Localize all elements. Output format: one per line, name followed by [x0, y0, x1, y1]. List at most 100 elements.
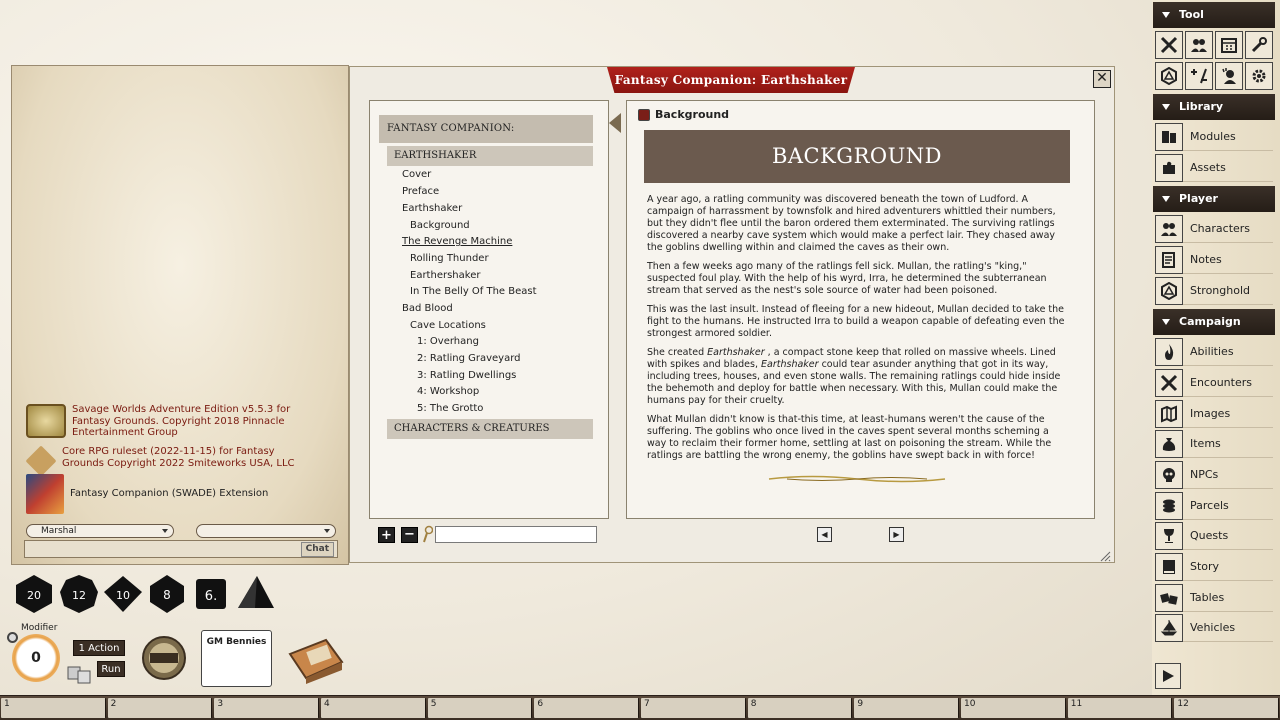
hotkey-slot[interactable]: 8	[747, 698, 853, 718]
modifier-settings-icon[interactable]	[7, 632, 18, 643]
sidebar-item-characters[interactable]: Characters	[1155, 214, 1273, 243]
sidebar-item-abilities[interactable]: Abilities	[1155, 337, 1273, 366]
action-count-button[interactable]: 1 Action	[73, 640, 125, 656]
toc-item[interactable]: Cover	[402, 169, 431, 180]
toc-item[interactable]: Rolling Thunder	[410, 253, 489, 264]
toc-item[interactable]: In The Belly Of The Beast	[410, 286, 537, 297]
dice-pair-icon	[1155, 583, 1183, 612]
gm-bennies-box[interactable]: GM Bennies	[201, 630, 272, 687]
sidebar-item-encounters[interactable]: Encounters	[1155, 368, 1273, 397]
toc-item[interactable]: The Revenge Machine	[402, 236, 512, 247]
toc-item[interactable]: Cave Locations	[410, 320, 486, 331]
sidebar-head-campaign[interactable]: Campaign	[1153, 309, 1275, 335]
sidebar-item-label: Story	[1190, 560, 1220, 573]
dice-icon[interactable]	[1155, 62, 1183, 90]
section-banner: BACKGROUND	[644, 130, 1070, 183]
sidebar-item-tables[interactable]: Tables	[1155, 583, 1273, 612]
card-deck-icon[interactable]	[286, 632, 346, 686]
book-icon	[1155, 552, 1183, 581]
d12-die[interactable]: 12	[59, 574, 99, 614]
party-sheet-icon[interactable]	[1185, 31, 1213, 59]
toc-item[interactable]: 4: Workshop	[417, 386, 479, 397]
hotkey-slot[interactable]: 12	[1174, 698, 1280, 718]
run-button[interactable]: Run	[97, 661, 125, 677]
sidebar-item-assets[interactable]: Assets	[1155, 153, 1273, 182]
toc-item[interactable]: 1: Overhang	[417, 336, 479, 347]
collapse-toc-arrow-icon[interactable]	[609, 113, 621, 133]
modifier-box[interactable]: 0	[12, 634, 60, 682]
d8-die[interactable]: 8	[147, 574, 187, 614]
toc-item[interactable]: 3: Ratling Dwellings	[417, 370, 516, 381]
hotkey-slot[interactable]: 3	[214, 698, 320, 718]
sidebar-item-label: Characters	[1190, 222, 1251, 235]
toc-item[interactable]: Earthershaker	[410, 270, 480, 281]
next-page-button[interactable]: ▶	[889, 527, 904, 542]
modifier-label: Modifier	[21, 623, 58, 633]
play-button[interactable]	[1155, 663, 1181, 689]
sidebar-head-player[interactable]: Player	[1153, 186, 1275, 212]
sidebar-item-quests[interactable]: Quests	[1155, 521, 1273, 550]
modifiers-icon[interactable]	[1185, 62, 1213, 90]
bennies-token-icon[interactable]	[141, 635, 187, 681]
expand-all-button[interactable]: +	[378, 527, 395, 543]
hotkey-slot[interactable]: 11	[1067, 698, 1173, 718]
combat-tracker-icon[interactable]	[1155, 31, 1183, 59]
toc-heading[interactable]: FANTASY COMPANION: EARTHSHAKER	[379, 115, 593, 162]
toc-item[interactable]: Earthshaker	[402, 203, 462, 214]
hotkey-slot[interactable]: 7	[641, 698, 746, 718]
identity-select[interactable]: Marshal	[26, 524, 174, 538]
sidebar-item-images[interactable]: Images	[1155, 399, 1273, 428]
hotkey-slot[interactable]: 2	[107, 698, 213, 718]
play-icon	[1163, 670, 1174, 682]
previous-page-button[interactable]: ◀	[817, 527, 832, 542]
search-icon	[423, 525, 433, 543]
hotkey-slot[interactable]: 1	[1, 698, 106, 718]
sidebar-head-library[interactable]: Library	[1153, 94, 1275, 120]
toc-item[interactable]: Preface	[402, 186, 439, 197]
wild-die-icon[interactable]	[66, 663, 92, 685]
sidebar-item-npcs[interactable]: NPCs	[1155, 460, 1273, 489]
chat-panel[interactable]: Savage Worlds Adventure Edition v5.5.3 f…	[11, 65, 349, 565]
modules-icon	[1155, 122, 1183, 151]
sidebar-head-tool[interactable]: Tool	[1153, 2, 1275, 28]
sidebar-item-modules[interactable]: Modules	[1155, 122, 1273, 151]
toc-item[interactable]: Bad Blood	[402, 303, 453, 314]
collapse-all-button[interactable]: −	[401, 527, 418, 543]
d10-die[interactable]: 10	[103, 574, 143, 614]
gear-icon[interactable]	[1245, 62, 1273, 90]
chat-entry: Savage Worlds Adventure Edition v5.5.3 f…	[26, 404, 312, 439]
sidebar-item-vehicles[interactable]: Vehicles	[1155, 613, 1273, 642]
hotkey-slot[interactable]: 6	[534, 698, 640, 718]
hotkey-slot[interactable]: 5	[427, 698, 533, 718]
d4-die[interactable]	[235, 574, 275, 614]
calendar-icon[interactable]	[1215, 31, 1243, 59]
wrench-icon[interactable]	[1245, 31, 1273, 59]
d6-die[interactable]: 6.	[191, 574, 231, 614]
resize-handle-icon[interactable]	[1099, 550, 1111, 562]
hotkey-slot[interactable]: 4	[321, 698, 426, 718]
d20-die[interactable]: 20	[14, 574, 54, 614]
close-button[interactable]: ✕	[1093, 70, 1111, 88]
language-select[interactable]	[196, 524, 336, 538]
sidebar-item-story[interactable]: Story	[1155, 552, 1273, 581]
toc-section-earthshaker[interactable]: EARTHSHAKER	[387, 146, 593, 166]
coins-icon	[1155, 491, 1183, 520]
sidebar-item-label: Vehicles	[1190, 621, 1236, 634]
chat-input[interactable]: Chat	[24, 540, 338, 558]
sidebar-item-label: NPCs	[1190, 468, 1219, 481]
chat-send-button[interactable]: Chat	[300, 542, 334, 557]
sidebar-item-items[interactable]: Items	[1155, 429, 1273, 458]
paragraph: She created Earthshaker , a compact ston…	[647, 347, 1067, 407]
sidebar-item-notes[interactable]: Notes	[1155, 245, 1273, 274]
sidebar-item-stronghold[interactable]: Stronghold	[1155, 276, 1273, 305]
toc-section-characters[interactable]: CHARACTERS & CREATURES	[387, 419, 593, 439]
effects-icon[interactable]	[1215, 62, 1243, 90]
toc-item[interactable]: Background	[410, 220, 470, 231]
sidebar-item-parcels[interactable]: Parcels	[1155, 491, 1273, 520]
toc-item[interactable]: 2: Ratling Graveyard	[417, 353, 521, 364]
hotkey-bar: 1 2 3 4 5 6 7 8 9 10 11 12	[0, 695, 1280, 720]
hotkey-slot[interactable]: 10	[961, 698, 1066, 718]
toc-search-input[interactable]	[435, 526, 597, 543]
toc-item[interactable]: 5: The Grotto	[417, 403, 483, 414]
hotkey-slot[interactable]: 9	[854, 698, 960, 718]
